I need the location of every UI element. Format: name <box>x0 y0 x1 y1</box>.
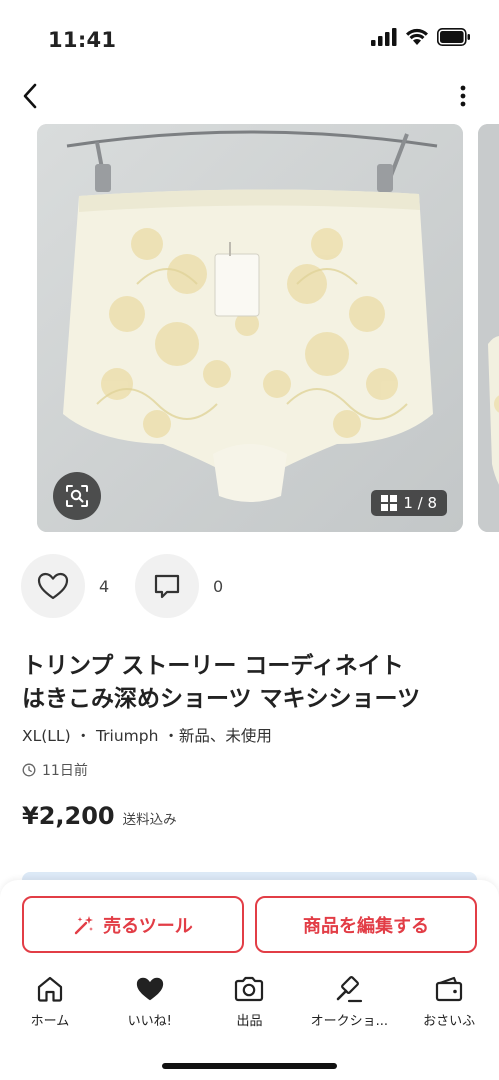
edit-item-button[interactable]: 商品を編集する <box>255 896 477 953</box>
status-icons <box>371 28 471 46</box>
like-count: 4 <box>99 576 110 596</box>
like-button[interactable] <box>21 554 85 618</box>
next-photo-illustration <box>478 124 499 532</box>
home-indicator <box>162 1063 337 1069</box>
more-vertical-icon <box>460 85 466 107</box>
tab-likes-label: いいね! <box>127 1014 172 1029</box>
cellular-signal-icon <box>371 28 397 46</box>
image-search-icon <box>66 485 88 507</box>
image-search-button[interactable] <box>53 472 101 520</box>
clock-icon <box>22 763 36 777</box>
edit-item-label: 商品を編集する <box>303 915 429 937</box>
tab-likes[interactable]: いいね! <box>100 972 200 1032</box>
product-title-line1: トリンプ ストーリー コーディネイト <box>22 653 404 679</box>
tab-listing[interactable]: 出品 <box>200 972 300 1032</box>
status-time: 11:41 <box>48 28 117 52</box>
battery-icon <box>437 28 470 46</box>
photo-gallery[interactable]: 1 / 8 <box>0 124 499 534</box>
shipping-note: 送料込み <box>122 812 177 828</box>
chevron-left-icon <box>23 83 37 109</box>
sell-tool-button[interactable]: 売るツール <box>22 896 244 953</box>
tab-auction[interactable]: オークショ... <box>299 972 399 1032</box>
tab-bar: ホーム いいね! 出品 オークショ... おさいふ <box>0 972 499 1032</box>
comment-count: 0 <box>213 576 224 596</box>
tab-wallet-label: おさいふ <box>423 1014 476 1029</box>
posted-time-text: 11日前 <box>42 763 88 779</box>
price-value: ¥2,200 <box>22 802 115 830</box>
price: ¥2,200 送料込み <box>22 802 177 830</box>
gavel-icon <box>336 976 363 1003</box>
grid-icon <box>381 495 398 511</box>
tab-home-label: ホーム <box>30 1014 70 1029</box>
wifi-icon <box>406 28 428 45</box>
comment-icon <box>154 574 180 599</box>
wallet-icon <box>435 976 463 1002</box>
comment-button[interactable] <box>135 554 199 618</box>
next-photo-peek[interactable] <box>478 124 499 532</box>
posted-time: 11日前 <box>22 760 88 780</box>
product-title: トリンプ ストーリー コーディネイト はきこみ深めショーツ マキシショーツ <box>22 650 492 716</box>
engagement-actions: 4 0 <box>21 554 249 618</box>
photo-counter-text: 1 / 8 <box>403 494 437 512</box>
photo-counter-badge: 1 / 8 <box>371 490 447 516</box>
tab-auction-label: オークショ... <box>310 1014 388 1029</box>
bottom-panel: 売るツール 商品を編集する ホーム いいね! 出品 オークショ... おさいふ <box>0 880 499 1080</box>
nav-bar <box>0 72 499 120</box>
more-options-button[interactable] <box>447 80 479 112</box>
product-photo[interactable]: 1 / 8 <box>37 124 463 532</box>
tab-wallet[interactable]: おさいふ <box>399 972 499 1032</box>
home-icon <box>37 976 62 1002</box>
sell-tool-label: 売るツール <box>103 915 193 937</box>
product-photo-illustration <box>37 124 463 532</box>
product-title-line2: はきこみ深めショーツ マキシショーツ <box>22 686 421 712</box>
magic-wand-icon <box>74 915 94 934</box>
tab-home[interactable]: ホーム <box>0 972 100 1032</box>
status-bar: 11:41 <box>0 0 499 70</box>
tab-listing-label: 出品 <box>236 1014 263 1029</box>
heart-outline-icon <box>37 572 69 600</box>
camera-icon <box>235 976 264 1002</box>
product-meta: XL(LL) ・ Triumph ・新品、未使用 <box>22 727 272 745</box>
heart-filled-icon <box>136 977 163 1001</box>
back-button[interactable] <box>14 80 46 112</box>
